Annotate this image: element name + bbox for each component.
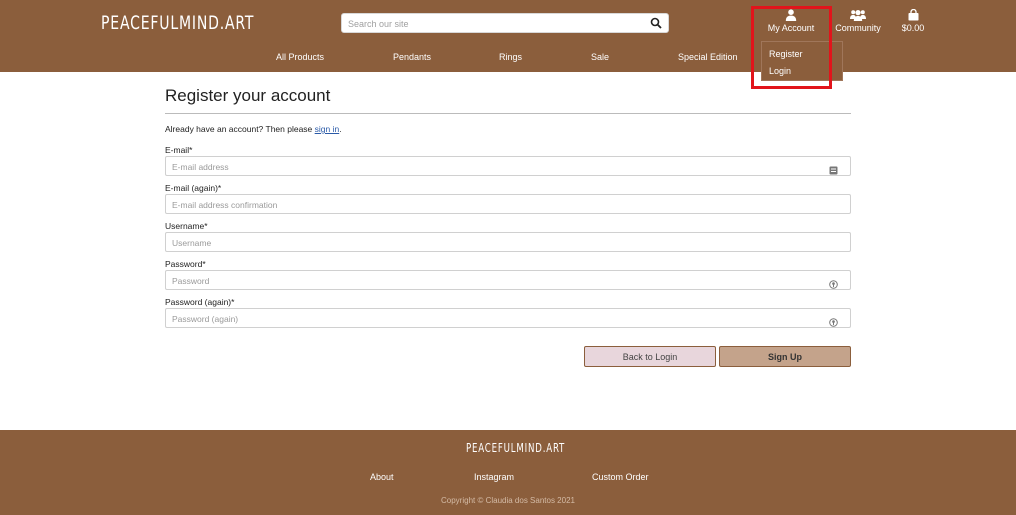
password-key-icon[interactable] — [829, 276, 838, 289]
site-header: PEACEFULMIND.ART My Account Community $0… — [0, 0, 1016, 72]
search-bar — [341, 13, 669, 33]
nav-sale[interactable]: Sale — [591, 52, 609, 62]
autofill-card-icon[interactable] — [829, 162, 838, 175]
email-again-label: E-mail (again)* — [165, 183, 222, 193]
footer-link-instagram[interactable]: Instagram — [474, 472, 514, 482]
username-field[interactable] — [166, 234, 806, 252]
footer-link-about[interactable]: About — [370, 472, 394, 482]
site-footer: PEACEFULMIND.ART About Instagram Custom … — [0, 430, 1016, 515]
password-key-icon[interactable] — [829, 314, 838, 327]
email-field-wrapper — [165, 156, 851, 176]
nav-rings[interactable]: Rings — [499, 52, 522, 62]
my-account-label: My Account — [767, 23, 815, 33]
username-field-wrapper — [165, 232, 851, 252]
email-again-field-wrapper — [165, 194, 851, 214]
community-button[interactable]: Community — [832, 9, 884, 33]
sign-in-link[interactable]: sign in — [315, 124, 340, 134]
title-divider — [165, 113, 851, 114]
dropdown-register[interactable]: Register — [769, 49, 803, 59]
password-label: Password* — [165, 259, 206, 269]
nav-pendants[interactable]: Pendants — [393, 52, 431, 62]
already-text: Already have an account? Then please — [165, 124, 313, 134]
password-again-field-wrapper — [165, 308, 851, 328]
email-confirm-field[interactable] — [166, 196, 806, 214]
email-field[interactable] — [166, 158, 806, 176]
sign-up-button[interactable]: Sign Up — [719, 346, 851, 367]
already-end: . — [339, 124, 342, 134]
password-field-wrapper — [165, 270, 851, 290]
back-to-login-button[interactable]: Back to Login — [584, 346, 716, 367]
search-icon[interactable] — [650, 16, 664, 30]
main-nav: All Products Pendants Rings Sale Special… — [0, 52, 1016, 66]
email-label: E-mail* — [165, 145, 193, 155]
footer-link-custom-order[interactable]: Custom Order — [592, 472, 649, 482]
community-label: Community — [835, 23, 881, 33]
nav-special-edition[interactable]: Special Edition — [678, 52, 738, 62]
users-icon — [850, 10, 866, 21]
shopping-bag-icon — [908, 9, 918, 21]
dropdown-login[interactable]: Login — [769, 66, 791, 76]
already-have-account-text: Already have an account? Then please sig… — [165, 124, 342, 134]
my-account-button[interactable]: My Account — [765, 9, 817, 33]
bag-total: $0.00 — [901, 23, 925, 33]
page-title: Register your account — [165, 86, 331, 105]
nav-all-products[interactable]: All Products — [276, 52, 324, 62]
shopping-bag-button[interactable]: $0.00 — [897, 9, 929, 33]
search-input[interactable] — [342, 15, 632, 33]
password-again-label: Password (again)* — [165, 297, 235, 307]
account-dropdown-menu: Register Login — [761, 41, 843, 81]
password-confirm-field[interactable] — [166, 310, 806, 328]
password-field[interactable] — [166, 272, 806, 290]
footer-logo[interactable]: PEACEFULMIND.ART — [466, 441, 565, 455]
copyright-text: Copyright © Claudia dos Santos 2021 — [441, 496, 575, 505]
site-logo[interactable]: PEACEFULMIND.ART — [101, 12, 254, 34]
user-icon — [785, 9, 797, 21]
username-label: Username* — [165, 221, 208, 231]
